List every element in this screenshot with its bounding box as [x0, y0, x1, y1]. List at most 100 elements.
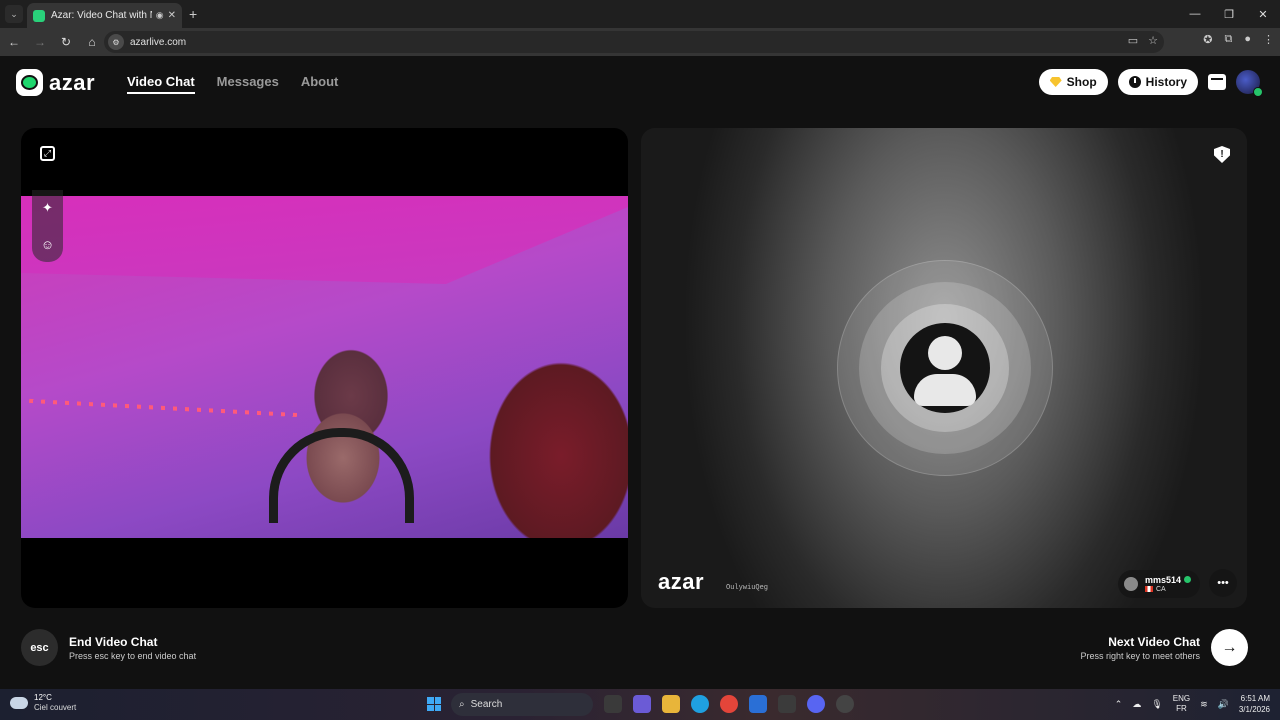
nav-video-chat[interactable]: Video Chat: [127, 74, 195, 94]
watermark-id: OulywiuQeg: [726, 584, 769, 592]
app-icon[interactable]: [836, 695, 854, 713]
shop-button[interactable]: Shop: [1038, 69, 1108, 95]
address-toolbar: ← → ↻ ⌂ ⚙ azarlive.com ▭ ☆ ✪ ⧉ ● ⋮: [0, 28, 1280, 56]
nav-messages[interactable]: Messages: [217, 74, 279, 94]
edge-icon[interactable]: [691, 695, 709, 713]
remote-country-row: CA: [1145, 585, 1191, 594]
home-icon[interactable]: ⌂: [80, 30, 104, 54]
window-controls: — ❐ ✕: [1178, 0, 1280, 28]
next-chat-button[interactable]: →: [1211, 629, 1248, 666]
online-status-icon: [1253, 87, 1263, 97]
remote-username: mms514: [1145, 574, 1182, 585]
reload-icon[interactable]: ↻: [54, 30, 78, 54]
mail-icon[interactable]: [749, 695, 767, 713]
weather-widget[interactable]: 12°C Ciel couvert: [10, 693, 76, 713]
new-tab-icon[interactable]: +: [189, 6, 197, 22]
close-tab-icon[interactable]: ✕: [168, 10, 176, 21]
minimize-icon[interactable]: —: [1178, 0, 1212, 28]
clock[interactable]: 6:51 AM 3/1/2026: [1239, 693, 1270, 715]
clock-time: 6:51 AM: [1240, 694, 1270, 703]
report-shield-icon[interactable]: !: [1214, 146, 1230, 163]
chrome-icon[interactable]: [720, 695, 738, 713]
window-close-icon[interactable]: ✕: [1246, 0, 1280, 28]
end-chat-button[interactable]: esc: [21, 629, 58, 666]
more-icon[interactable]: ⋮: [1263, 33, 1274, 46]
system-tray: ⌃ ☁ 🎙 ENG FR ≋ 🔊 6:51 AM 3/1/2026: [1115, 693, 1270, 715]
task-view-icon[interactable]: [604, 695, 622, 713]
omnibox-actions: ▭ ☆: [1128, 34, 1158, 47]
lang-top: ENG: [1172, 694, 1191, 703]
forward-icon[interactable]: →: [28, 30, 52, 54]
user-icon: [1124, 577, 1138, 591]
local-video-panel: [21, 128, 628, 608]
url-text: azarlive.com: [130, 36, 187, 48]
cast-icon[interactable]: ▭: [1128, 34, 1138, 47]
sticker-icon[interactable]: ☺: [41, 237, 54, 252]
store-icon[interactable]: [778, 695, 796, 713]
gem-icon: [1049, 77, 1062, 87]
audio-icon[interactable]: ◉: [156, 10, 164, 21]
verified-icon: [1184, 575, 1192, 583]
extension-icon[interactable]: ✪: [1203, 33, 1212, 46]
cloud-icon: [10, 697, 28, 709]
end-chat-hint: Press esc key to end video chat: [69, 651, 197, 661]
logo-text: azar: [49, 69, 96, 95]
next-chat-hint: Press right key to meet others: [1080, 651, 1200, 661]
remote-user-chip[interactable]: mms514 CA: [1118, 570, 1200, 598]
shop-label: Shop: [1066, 75, 1097, 89]
history-label: History: [1145, 75, 1187, 89]
avatar[interactable]: [1236, 70, 1263, 97]
tab-search-icon[interactable]: ⌄: [5, 5, 23, 23]
tab-title: Azar: Video Chat with New: [51, 10, 152, 21]
widgets-icon[interactable]: [633, 695, 651, 713]
windows-start-icon[interactable]: [427, 697, 441, 711]
browser-tab-bar: ⌄ Azar: Video Chat with New ◉ ✕ + — ❐ ✕: [0, 0, 1280, 28]
search-label: Search: [470, 699, 503, 710]
star-icon[interactable]: ☆: [1148, 34, 1158, 47]
next-chat-title: Next Video Chat: [1108, 635, 1200, 649]
person-icon-head: [928, 336, 962, 370]
taskbar-apps: [604, 695, 854, 713]
discord-icon[interactable]: [807, 695, 825, 713]
history-button[interactable]: History: [1117, 69, 1198, 95]
wifi-icon[interactable]: ≋: [1200, 699, 1208, 710]
remote-username-row: mms514: [1145, 574, 1192, 585]
inbox-icon[interactable]: [1208, 74, 1226, 90]
network-cloud-icon[interactable]: ☁: [1132, 699, 1141, 710]
magic-wand-icon[interactable]: ✦: [42, 200, 53, 216]
canada-flag-icon: [1145, 586, 1153, 592]
weather-desc: Ciel couvert: [34, 703, 77, 712]
chat-bubble-icon[interactable]: •••: [1209, 569, 1237, 597]
taskbar-search[interactable]: ⌕ Search: [451, 693, 593, 716]
end-chat-title: End Video Chat: [69, 635, 158, 649]
remote-country: CA: [1156, 585, 1166, 593]
site-header: azar Video Chat Messages About Shop Hist…: [0, 56, 1280, 108]
arrow-right-icon: →: [1221, 638, 1238, 656]
video-effects-toolbar: ✦ ☺: [32, 190, 63, 262]
language-indicator[interactable]: ENG FR: [1173, 694, 1190, 714]
address-field[interactable]: ⚙ azarlive.com ▭ ☆: [104, 31, 1164, 53]
search-icon: ⌕: [459, 699, 465, 710]
site-info-icon[interactable]: ⚙: [108, 34, 124, 50]
azar-logo-icon: [16, 69, 43, 96]
back-icon[interactable]: ←: [2, 30, 26, 54]
remote-video-panel: ! azar OulywiuQeg mms514 CA •••: [641, 128, 1247, 608]
clock-date: 3/1/2026: [1238, 705, 1270, 714]
browser-tab[interactable]: Azar: Video Chat with New ◉ ✕: [27, 3, 182, 28]
file-explorer-icon[interactable]: [662, 695, 680, 713]
windows-taskbar: 12°C Ciel couvert ⌕ Search ⌃ ☁ 🎙 ENG FR …: [0, 689, 1280, 720]
azar-favicon-icon: [33, 9, 45, 22]
extension-area: ✪ ⧉ ● ⋮: [1203, 33, 1274, 46]
profile-icon[interactable]: ●: [1244, 33, 1251, 46]
header-actions: Shop History: [1038, 69, 1263, 97]
person-icon-body: [914, 374, 976, 406]
chevron-up-icon[interactable]: ⌃: [1115, 699, 1123, 710]
azar-logo[interactable]: azar: [16, 69, 95, 96]
nav-about[interactable]: About: [301, 74, 339, 94]
weather-temp: 12°C: [34, 693, 52, 702]
volume-icon[interactable]: 🔊: [1218, 699, 1229, 710]
puzzle-icon[interactable]: ⧉: [1224, 33, 1232, 46]
expand-icon[interactable]: ⤢: [40, 146, 55, 161]
restore-icon[interactable]: ❐: [1212, 0, 1246, 28]
mic-icon[interactable]: 🎙: [1151, 699, 1162, 710]
